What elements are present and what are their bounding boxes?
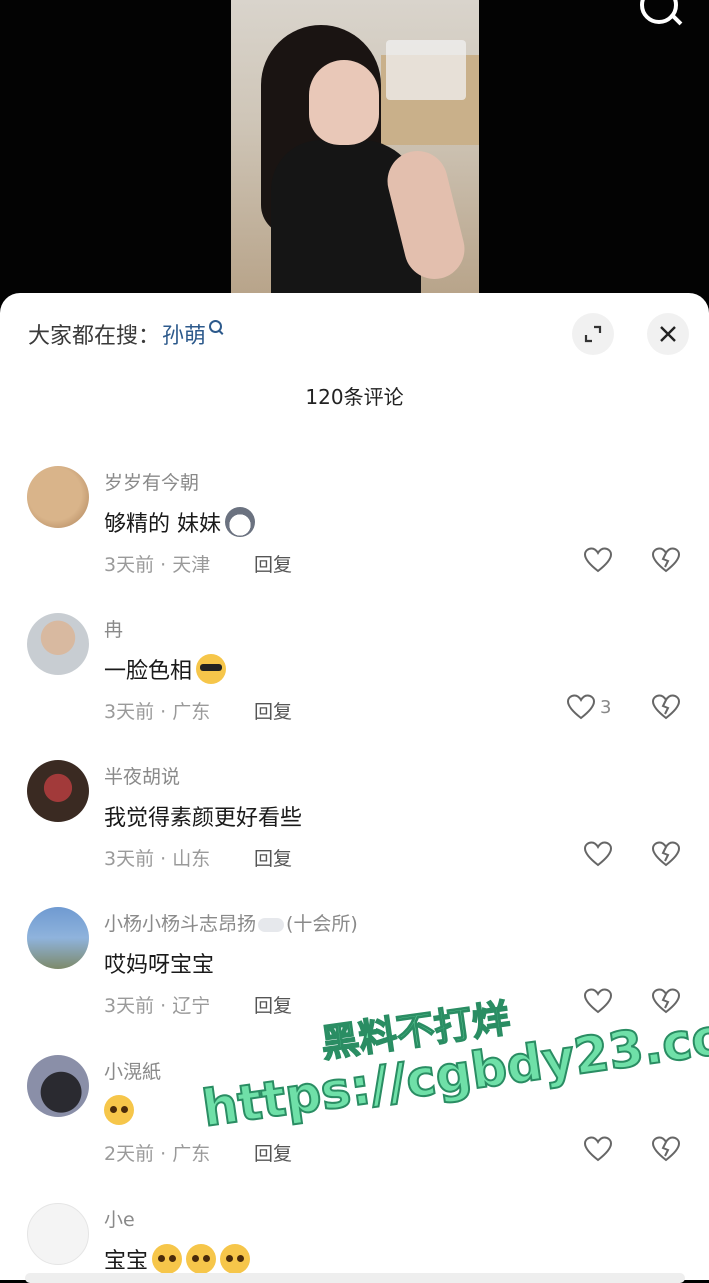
comment-meta: 3天前 · 广东 <box>104 701 211 723</box>
heart-icon <box>583 1136 613 1162</box>
reply-button[interactable]: 回复 <box>254 550 292 577</box>
comment-text-content: 哎妈呀宝宝 <box>104 953 215 978</box>
heart-icon <box>583 841 613 867</box>
heart-icon <box>583 988 613 1014</box>
pleading-face-emoji-icon <box>152 1244 183 1274</box>
close-icon <box>660 326 676 342</box>
comment-count: 120条评论 <box>305 385 404 409</box>
comment-username[interactable]: 小杨小杨斗志昂扬 (十会所) <box>104 909 358 936</box>
video-player[interactable] <box>0 0 709 300</box>
comment-text: 宝宝 <box>104 1243 251 1275</box>
like-button[interactable] <box>583 840 613 868</box>
search-icon[interactable] <box>640 0 678 24</box>
search-suggestion-term[interactable]: 孙萌 <box>162 318 206 350</box>
comment-username[interactable]: 小滉紙 <box>104 1057 161 1084</box>
comment-username[interactable]: 冉 <box>104 615 123 642</box>
comment-text: 够精的 妹妹 <box>104 506 255 538</box>
expand-icon <box>584 325 602 343</box>
comment-text-content: 我觉得素颜更好看些 <box>104 806 303 831</box>
comment-item: 岁岁有今朝 够精的 妹妹 3天前 · 天津 回复 <box>0 466 709 606</box>
search-suggestion-prefix: 大家都在搜： <box>28 324 161 349</box>
avatar[interactable] <box>27 907 89 969</box>
expand-button[interactable] <box>572 313 614 355</box>
search-suggestion[interactable]: 大家都在搜： 孙萌 <box>28 318 223 350</box>
like-button[interactable]: 3 <box>566 693 611 721</box>
comment-text: 哎妈呀宝宝 <box>104 947 214 979</box>
dislike-button[interactable] <box>651 840 681 872</box>
comment-text: 一脸色相 <box>104 653 227 685</box>
dislike-button[interactable] <box>651 1135 681 1167</box>
comment-username[interactable]: 小e <box>104 1205 135 1232</box>
video-background-jars <box>386 40 466 100</box>
husky-emoji-icon <box>225 507 255 537</box>
comment-meta: 3天前 · 天津 <box>104 554 211 576</box>
broken-heart-icon <box>651 988 681 1014</box>
comment-meta: 2天前 · 广东 <box>104 1143 211 1165</box>
heart-icon <box>583 547 613 573</box>
comment-username-suffix: (十会所) <box>286 913 358 935</box>
broken-heart-icon <box>651 841 681 867</box>
broken-heart-icon <box>651 694 681 720</box>
comment-panel: 大家都在搜： 孙萌 120条评论 岁岁有今朝 够精的 妹妹 3天前 · 天津 回… <box>0 293 709 1280</box>
search-icon <box>209 319 223 333</box>
heart-icon <box>566 694 596 720</box>
close-button[interactable] <box>647 313 689 355</box>
avatar[interactable] <box>27 1055 89 1117</box>
pleading-face-emoji-icon <box>186 1244 217 1274</box>
comment-text: 我觉得素颜更好看些 <box>104 800 302 832</box>
broken-heart-icon <box>651 547 681 573</box>
comment-text <box>104 1095 134 1125</box>
reply-button[interactable]: 回复 <box>254 1139 292 1166</box>
comment-username-name: 小杨小杨斗志昂扬 <box>104 913 257 935</box>
comment-text-content: 宝宝 <box>104 1249 149 1274</box>
dislike-button[interactable] <box>651 693 681 725</box>
video-frame[interactable] <box>231 0 479 294</box>
comment-text-content: 够精的 妹妹 <box>104 512 221 537</box>
avatar[interactable] <box>27 613 89 675</box>
comment-item: 冉 一脸色相 3天前 · 广东 回复 3 <box>0 613 709 753</box>
comment-item: 小e 宝宝 <box>0 1203 709 1280</box>
pleading-face-emoji-icon <box>220 1244 251 1274</box>
avatar[interactable] <box>27 760 89 822</box>
cool-face-emoji-icon <box>196 654 227 684</box>
cloud-emoji-icon <box>258 917 285 932</box>
comment-username[interactable]: 半夜胡说 <box>104 762 180 789</box>
dislike-button[interactable] <box>651 546 681 578</box>
comment-username[interactable]: 岁岁有今朝 <box>104 468 199 495</box>
broken-heart-icon <box>651 1136 681 1162</box>
like-button[interactable] <box>583 987 613 1015</box>
reply-button[interactable]: 回复 <box>254 844 292 871</box>
like-count: 3 <box>600 696 612 718</box>
avatar[interactable] <box>27 466 89 528</box>
comment-text-content: 一脸色相 <box>104 659 193 684</box>
comment-meta: 3天前 · 山东 <box>104 848 211 870</box>
pleading-face-emoji-icon <box>104 1095 134 1125</box>
like-button[interactable] <box>583 1135 613 1163</box>
comment-input-bar[interactable] <box>25 1273 685 1283</box>
avatar[interactable] <box>27 1203 89 1265</box>
comment-meta: 3天前 · 辽宁 <box>104 995 211 1017</box>
comment-item: 半夜胡说 我觉得素颜更好看些 3天前 · 山东 回复 <box>0 760 709 900</box>
like-button[interactable] <box>583 546 613 574</box>
reply-button[interactable]: 回复 <box>254 697 292 724</box>
video-person-face <box>309 60 379 145</box>
reply-button[interactable]: 回复 <box>254 991 292 1018</box>
